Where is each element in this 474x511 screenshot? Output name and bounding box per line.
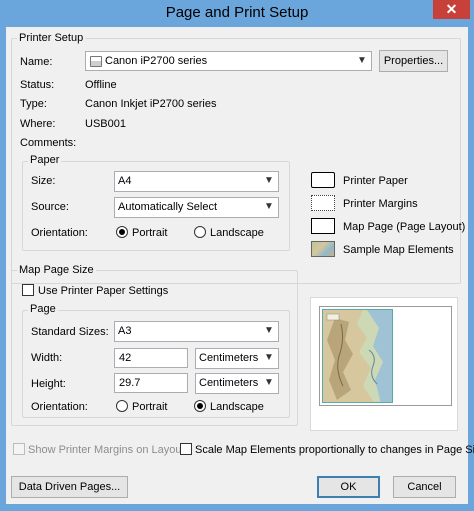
map-page-size-legend: Map Page Size <box>17 264 96 276</box>
printer-margins-legend-label: Printer Margins <box>343 198 418 210</box>
status-value: Offline <box>85 79 117 91</box>
paper-orientation-label: Orientation: <box>31 227 88 239</box>
use-printer-paper-checkbox[interactable] <box>22 284 34 296</box>
scale-map-elements-label: Scale Map Elements proportionally to cha… <box>195 444 474 456</box>
chevron-down-icon: ▼ <box>264 201 274 212</box>
map-page-swatch <box>311 218 335 234</box>
width-value: 42 <box>119 352 132 364</box>
paper-size-value: A4 <box>118 175 132 187</box>
width-unit-value: Centimeters <box>199 352 259 364</box>
comments-label: Comments: <box>20 137 77 149</box>
standard-sizes-select[interactable]: A3 ▼ <box>114 321 279 342</box>
type-label: Type: <box>20 98 47 110</box>
status-label: Status: <box>20 79 55 91</box>
where-value: USB001 <box>85 118 126 130</box>
show-printer-margins-label: Show Printer Margins on Layout <box>28 444 185 456</box>
height-unit-value: Centimeters <box>199 377 259 389</box>
width-input[interactable]: 42 <box>114 348 188 368</box>
close-icon: ✕ <box>445 1 458 17</box>
chevron-down-icon: ▼ <box>264 352 274 363</box>
chevron-down-icon: ▼ <box>264 325 274 336</box>
preview-map-thumbnail <box>322 309 393 403</box>
printer-name-value: Canon iP2700 series <box>105 55 208 67</box>
cancel-button[interactable]: Cancel <box>393 476 456 498</box>
paper-source-value: Automatically Select <box>118 201 218 213</box>
standard-sizes-label: Standard Sizes: <box>31 326 109 338</box>
standard-sizes-value: A3 <box>118 325 132 337</box>
map-page-legend-label: Map Page (Page Layout) <box>343 221 466 233</box>
width-label: Width: <box>31 352 63 364</box>
data-driven-pages-button[interactable]: Data Driven Pages... <box>11 476 128 498</box>
page-legend: Page <box>28 303 58 315</box>
show-printer-margins-checkbox[interactable] <box>13 443 25 455</box>
printer-name-select[interactable]: Canon iP2700 series ▼ <box>85 51 372 71</box>
paper-portrait-label: Portrait <box>132 227 168 239</box>
printer-paper-swatch <box>311 172 335 188</box>
dialog-client-area: Printer Setup Name: Canon iP2700 series … <box>6 27 474 504</box>
paper-source-select[interactable]: Automatically Select ▼ <box>114 197 279 218</box>
paper-landscape-radio[interactable] <box>194 226 206 238</box>
height-input[interactable]: 29.7 <box>114 373 188 393</box>
map-thumbnail-icon <box>323 310 392 402</box>
sample-map-elements-swatch <box>311 241 335 257</box>
paper-size-select[interactable]: A4 ▼ <box>114 171 279 192</box>
type-value: Canon Inkjet iP2700 series <box>85 98 217 110</box>
page-portrait-radio[interactable] <box>116 400 128 412</box>
height-value: 29.7 <box>119 377 141 389</box>
printer-paper-legend-label: Printer Paper <box>343 175 408 187</box>
page-landscape-radio[interactable] <box>194 400 206 412</box>
width-unit-select[interactable]: Centimeters ▼ <box>195 348 279 369</box>
chevron-down-icon: ▼ <box>264 377 274 388</box>
preview-paper <box>319 306 452 406</box>
chevron-down-icon: ▼ <box>357 55 367 66</box>
paper-legend: Paper <box>28 154 62 166</box>
page-portrait-label: Portrait <box>132 401 168 413</box>
use-printer-paper-label: Use Printer Paper Settings <box>38 285 169 297</box>
printer-margins-swatch <box>311 195 335 211</box>
close-button[interactable]: ✕ <box>433 0 470 19</box>
sample-map-elements-legend-label: Sample Map Elements <box>343 244 454 256</box>
page-orientation-label: Orientation: <box>31 401 88 413</box>
properties-button[interactable]: Properties... <box>379 50 448 72</box>
paper-portrait-radio[interactable] <box>116 226 128 238</box>
printer-name-label: Name: <box>20 56 53 68</box>
chevron-down-icon: ▼ <box>264 175 274 186</box>
window-title: Page and Print Setup <box>165 4 309 21</box>
paper-landscape-label: Landscape <box>210 227 264 239</box>
page-preview <box>310 297 458 431</box>
height-label: Height: <box>31 378 66 390</box>
paper-size-label: Size: <box>31 175 56 187</box>
printer-setup-legend: Printer Setup <box>17 32 86 44</box>
printer-icon <box>90 56 102 67</box>
where-label: Where: <box>20 118 56 130</box>
height-unit-select[interactable]: Centimeters ▼ <box>195 373 279 394</box>
ok-button[interactable]: OK <box>317 476 380 498</box>
page-landscape-label: Landscape <box>210 401 264 413</box>
paper-source-label: Source: <box>31 201 69 213</box>
scale-map-elements-checkbox[interactable] <box>180 443 192 455</box>
